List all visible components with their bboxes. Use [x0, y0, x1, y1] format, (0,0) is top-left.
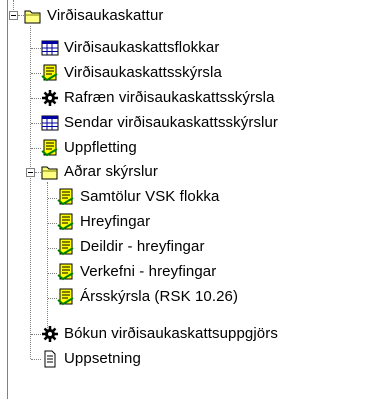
tree-node-root[interactable]: Virðisaukaskattur: [24, 5, 163, 27]
tree-guide-line: [48, 223, 57, 224]
report-icon: [57, 288, 74, 306]
tree-guide-line: [31, 334, 41, 335]
tree-guide-line: [48, 198, 57, 199]
report-icon: [57, 188, 74, 206]
tree-guide-line: [31, 73, 41, 74]
tree-node-adrar-skyrslur[interactable]: Aðrar skýrslur: [41, 161, 158, 183]
tree-guide-line: [31, 148, 41, 149]
gear-icon: [42, 326, 58, 342]
tree-node-uppsetning[interactable]: Uppsetning: [41, 348, 141, 370]
tree-guide-line: [48, 298, 57, 299]
collapse-toggle-adrar-skyrslur[interactable]: [26, 168, 35, 177]
tree-node-label: Virðisaukaskattsflokkar: [64, 39, 220, 56]
tree-guide-line: [7, 0, 8, 399]
tree-node-label: Uppfletting: [64, 139, 137, 156]
tree-node-verkefni-hreyfingar[interactable]: Verkefni - hreyfingar: [57, 261, 216, 283]
tree-node-label: Verkefni - hreyfingar: [80, 263, 217, 280]
report-icon: [57, 238, 74, 256]
tree-guide-line: [48, 248, 57, 249]
collapse-toggle-root[interactable]: [9, 11, 18, 20]
tree-guide-line: [48, 273, 57, 274]
report-icon: [57, 263, 74, 281]
tree-node-bokun[interactable]: Bókun virðisaukaskattsuppgjörs: [41, 323, 278, 345]
report-icon: [57, 213, 74, 231]
tree-guide-line: [31, 123, 41, 124]
tree-node-label: Uppsetning: [64, 350, 141, 367]
tree-node-label: Aðrar skýrslur: [64, 163, 158, 180]
tree-guide-line: [30, 26, 31, 359]
tree-node-label: Hreyfingar: [80, 213, 151, 230]
table-icon: [41, 40, 59, 56]
tree-node-uppfletting[interactable]: Uppfletting: [41, 137, 137, 159]
tree-guide-line: [47, 182, 48, 334]
folder-open-icon: [24, 10, 41, 24]
tree-node-label: Deildir - hreyfingar: [80, 238, 205, 255]
tree-node-hreyfingar[interactable]: Hreyfingar: [57, 211, 150, 233]
table-icon: [41, 115, 59, 131]
tree-node-label: Samtölur VSK flokka: [80, 188, 220, 205]
tree-node-label: Virðisaukaskattur: [47, 7, 164, 24]
tree-node-samtolur-vsk-flokka[interactable]: Samtölur VSK flokka: [57, 186, 219, 208]
folder-open-icon: [41, 166, 58, 180]
tree-node-label: Bókun virðisaukaskattsuppgjörs: [64, 325, 278, 342]
tree-node-virdisaukaskattsflokkar[interactable]: Virðisaukaskattsflokkar: [41, 37, 219, 59]
tree-node-deildir-hreyfingar[interactable]: Deildir - hreyfingar: [57, 236, 205, 258]
tree-node-label: Virðisaukaskattsskýrsla: [64, 64, 222, 81]
tree-node-virdisaukaskattsskyrsla[interactable]: Virðisaukaskattsskýrsla: [41, 62, 222, 84]
gear-icon: [42, 90, 58, 106]
tree-guide-line: [31, 359, 41, 360]
tree-guide-line: [31, 48, 41, 49]
report-icon: [41, 139, 58, 157]
tree-node-label: Sendar virðisaukaskattsskýrslur: [64, 114, 279, 131]
tree-node-sendar-skyrslur[interactable]: Sendar virðisaukaskattsskýrslur: [41, 112, 278, 134]
tree-node-label: Ársskýrsla (RSK 10.26): [80, 288, 239, 305]
tree-view: Virðisaukaskattur Virðisaukaskattsflokka…: [0, 0, 384, 399]
tree-guide-line: [31, 98, 41, 99]
tree-node-arsskyrsla[interactable]: Ársskýrsla (RSK 10.26): [57, 286, 238, 308]
report-icon: [41, 64, 58, 82]
tree-node-rafraen-skyrsla[interactable]: Rafræn virðisaukaskattsskýrsla: [41, 87, 275, 109]
document-icon: [44, 350, 56, 368]
tree-node-label: Rafræn virðisaukaskattsskýrsla: [64, 89, 275, 106]
